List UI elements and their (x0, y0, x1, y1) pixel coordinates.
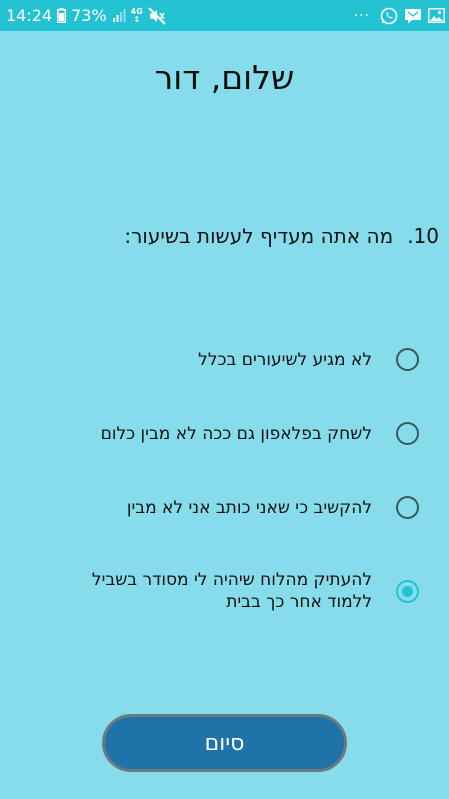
battery-percent: 73% (71, 6, 107, 25)
question: 10. מה אתה מעדיף לעשות בשיעור: (19, 224, 439, 248)
answer-option[interactable]: להעתיק מהלוח שיהיה לי מסודר בשביל ללמוד … (29, 569, 419, 613)
page-title: שלום, דור (154, 58, 295, 97)
radio-button[interactable] (396, 348, 419, 371)
more-notifications: ··· (353, 7, 370, 24)
battery-icon (57, 8, 67, 23)
answer-option-label: להקשיב כי שאני כותב אני לא מבין (126, 497, 372, 518)
message-icon (404, 8, 422, 24)
network-type: 4G (130, 6, 143, 16)
finish-button-label: סיום (204, 730, 245, 756)
answer-option[interactable]: לשחק בפלאפון גם ככה לא מבין כלום (29, 422, 419, 445)
network-icon: 4G ↕ (130, 6, 143, 24)
radio-button-selected[interactable] (396, 579, 419, 603)
status-bar: 14:24 73% 4G ↕ ··· (0, 0, 449, 31)
radio-button[interactable] (396, 422, 419, 445)
mute-icon (148, 6, 166, 25)
finish-button[interactable]: סיום (102, 714, 347, 772)
answer-option-label: להעתיק מהלוח שיהיה לי מסודר בשביל ללמוד … (91, 570, 372, 612)
answer-option[interactable]: לא מגיע לשיעורים בכלל (29, 348, 419, 371)
radio-button[interactable] (396, 496, 419, 519)
question-number: 10. (407, 224, 439, 248)
answer-option-label: לשחק בפלאפון גם ככה לא מבין כלום (100, 423, 372, 444)
clock: 14:24 (6, 6, 53, 25)
whatsapp-icon (380, 7, 398, 25)
answer-option[interactable]: להקשיב כי שאני כותב אני לא מבין (29, 496, 419, 519)
question-text: מה אתה מעדיף לעשות בשיעור: (124, 224, 394, 248)
answer-option-label: לא מגיע לשיעורים בכלל (198, 349, 372, 370)
status-bar-right: ··· (354, 5, 445, 26)
gallery-icon (428, 8, 445, 23)
status-bar-left: 14:24 73% 4G ↕ (6, 5, 166, 26)
signal-icon (112, 8, 126, 23)
